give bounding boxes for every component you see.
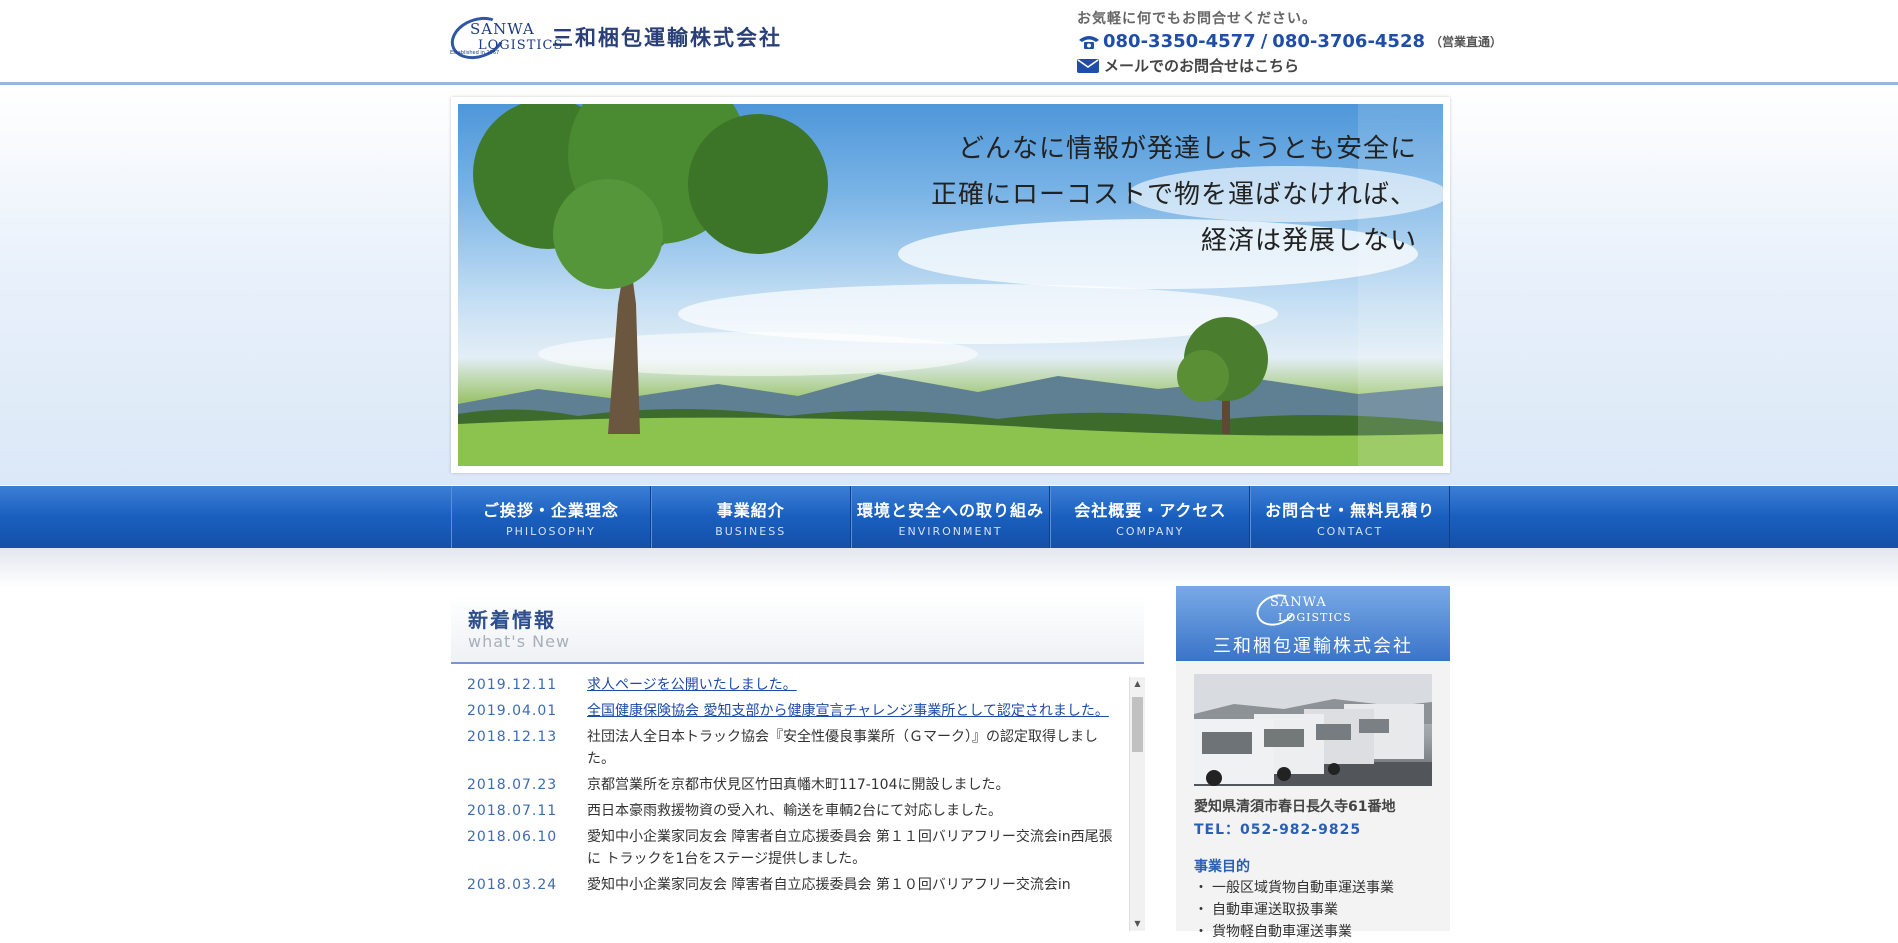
news-link[interactable]: 求人ページを公開いたしました。 [587, 674, 1122, 696]
phone-icon [1077, 33, 1101, 51]
trucks-photo [1194, 674, 1432, 786]
news-date: 2018.03.24 [467, 877, 558, 893]
site-header: SANWA LOGISTICS Established in 1967 三和梱包… [0, 0, 1898, 83]
contact-phones: 080-3350-4577 / 080-3706-4528 （営業直通） [1077, 31, 1502, 52]
news-date: 2018.06.10 [467, 829, 558, 845]
news-date: 2019.12.11 [467, 677, 558, 693]
header-contact: お気軽に何でもお問合せください。 080-3350-4577 / 080-370… [1077, 8, 1502, 76]
sidebar-logo-word-logistics: LOGISTICS [1278, 611, 1352, 624]
scroll-up-arrow-icon[interactable]: ▲ [1130, 677, 1145, 691]
phone-note: （営業直通） [1430, 35, 1503, 49]
nav-company[interactable]: 会社概要・アクセス COMPANY [1050, 486, 1251, 548]
global-nav: ご挨拶・企業理念 PHILOSOPHY 事業紹介 BUSINESS 環境と安全へ… [451, 486, 1450, 548]
nav-business[interactable]: 事業紹介 BUSINESS [650, 486, 851, 548]
news-item: 2018.07.23 京都営業所を京都市伏見区竹田真幡木町117-104に開設し… [451, 772, 1126, 798]
news-text: 愛知中小企業家同友会 障害者自立応援委員会 第１１回バリアフリー交流会in西尾張… [587, 829, 1113, 867]
nav-contact-jp: お問合せ・無料見積り [1265, 500, 1436, 520]
nav-environment-en: ENVIRONMENT [898, 524, 1003, 538]
business-purpose-item: 貨物軽自動車運送事業 [1194, 921, 1444, 943]
nav-business-jp: 事業紹介 [716, 500, 785, 520]
mail-icon [1077, 58, 1099, 73]
news-text: 西日本豪雨救援物資の受入れ、輸送を車輌2台にて対応しました。 [587, 803, 1003, 819]
news-scrollbar[interactable]: ▲ ▼ [1129, 677, 1145, 931]
news-text: 愛知中小企業家同友会 障害者自立応援委員会 第１０回バリアフリー交流会in [587, 877, 1071, 893]
hero-banner: どんなに情報が発達しようとも安全に 正確にローコストで物を運ばなければ、 経済は… [451, 97, 1450, 473]
business-purpose-title: 事業目的 [1194, 859, 1250, 875]
news-item: 2018.12.13 社団法人全日本トラック協会『安全性優良事業所（Ｇマーク）』… [451, 724, 1126, 772]
sidebar-company-name: 三和梱包運輸株式会社 [1213, 636, 1413, 657]
sidebar-logo-word-sanwa: SANWA [1270, 595, 1327, 610]
news-item: 2019.04.01 全国健康保険協会 愛知支部から健康宣言チャレンジ事業所とし… [451, 698, 1126, 724]
logo-established: Established in 1967 [450, 50, 500, 56]
hero-slogan-line-2: 正確にローコストで物を運ばなければ、 [930, 180, 1417, 210]
nav-shadow [0, 548, 1898, 588]
scrollbar-thumb[interactable] [1132, 697, 1143, 752]
news-item: 2018.07.11 西日本豪雨救援物資の受入れ、輸送を車輌2台にて対応しました… [451, 798, 1126, 824]
nav-company-jp: 会社概要・アクセス [1074, 500, 1227, 520]
logo-word-sanwa: SANWA [470, 20, 535, 38]
contact-lead: お気軽に何でもお問合せください。 [1077, 11, 1317, 27]
news-title: 新着情報 [468, 608, 556, 632]
nav-environment[interactable]: 環境と安全への取り組み ENVIRONMENT [850, 486, 1051, 548]
nav-philosophy-jp: ご挨拶・企業理念 [482, 500, 619, 520]
nav-contact-en: CONTACT [1317, 524, 1384, 538]
news-item: 2018.06.10 愛知中小企業家同友会 障害者自立応援委員会 第１１回バリア… [451, 824, 1126, 872]
news-heading: 新着情報 what's New [451, 596, 1144, 664]
nav-environment-jp: 環境と安全への取り組み [856, 500, 1044, 520]
hero-slogan-line-1: どんなに情報が発達しようとも安全に [957, 134, 1417, 164]
nav-contact[interactable]: お問合せ・無料見積り CONTACT [1250, 486, 1450, 548]
scroll-down-arrow-icon[interactable]: ▼ [1130, 917, 1145, 931]
sidebar-tel[interactable]: TEL：052-982-9825 [1194, 819, 1361, 839]
news-date: 2018.07.11 [467, 803, 558, 819]
news-link[interactable]: 全国健康保険協会 愛知支部から健康宣言チャレンジ事業所として認定されました。 [587, 700, 1122, 722]
sidebar-header: SANWA LOGISTICS 三和梱包運輸株式会社 [1176, 586, 1450, 661]
news-text: 社団法人全日本トラック協会『安全性優良事業所（Ｇマーク）』の認定取得しました。 [587, 729, 1098, 767]
news-date: 2018.07.23 [467, 777, 558, 793]
phone-number-1[interactable]: 080-3350-4577 [1103, 31, 1256, 52]
site-logo[interactable]: SANWA LOGISTICS Established in 1967 三和梱包… [444, 9, 782, 67]
business-purpose-list: 一般区域貨物自動車運送事業 自動車運送取扱事業 貨物軽自動車運送事業 [1194, 877, 1444, 943]
business-purpose-item: 一般区域貨物自動車運送事業 [1194, 877, 1444, 899]
news-subtitle: what's New [468, 632, 571, 651]
nav-philosophy[interactable]: ご挨拶・企業理念 PHILOSOPHY [451, 486, 651, 548]
news-date: 2019.04.01 [467, 703, 558, 719]
company-name: 三和梱包運輸株式会社 [552, 25, 782, 50]
news-date: 2018.12.13 [467, 729, 558, 745]
sidebar-logo-mark: SANWA LOGISTICS [1252, 589, 1376, 633]
mail-contact-link[interactable]: メールでのお問合せはこちら [1077, 55, 1502, 76]
mail-contact-label: メールでのお問合せはこちら [1104, 57, 1300, 75]
hero-image-tree-landscape: どんなに情報が発達しようとも安全に 正確にローコストで物を運ばなければ、 経済は… [458, 104, 1443, 466]
sidebar-address: 愛知県清須市春日長久寺61番地 [1194, 799, 1396, 815]
sanwa-logo-mark: SANWA LOGISTICS Established in 1967 [444, 9, 562, 67]
news-item: 2018.03.24 愛知中小企業家同友会 障害者自立応援委員会 第１０回バリア… [451, 872, 1126, 898]
phone-number-2[interactable]: 080-3706-4528 [1272, 31, 1425, 52]
nav-company-en: COMPANY [1116, 524, 1185, 538]
hero-slogan: どんなに情報が発達しようとも安全に 正確にローコストで物を運ばなければ、 経済は… [931, 126, 1417, 264]
news-text: 京都営業所を京都市伏見区竹田真幡木町117-104に開設しました。 [587, 777, 1010, 793]
nav-philosophy-en: PHILOSOPHY [505, 524, 596, 538]
nav-business-en: BUSINESS [715, 524, 787, 538]
news-item: 2019.12.11 求人ページを公開いたしました。 [451, 672, 1126, 698]
phone-separator: / [1260, 31, 1268, 52]
company-sidebar: SANWA LOGISTICS 三和梱包運輸株式会社 愛知県清須市春日長久寺61… [1176, 586, 1450, 940]
business-purpose-item: 自動車運送取扱事業 [1194, 899, 1444, 921]
hero-slogan-line-3: 経済は発展しない [1200, 226, 1417, 256]
news-list[interactable]: 2019.12.11 求人ページを公開いたしました。 2019.04.01 全国… [451, 672, 1126, 931]
